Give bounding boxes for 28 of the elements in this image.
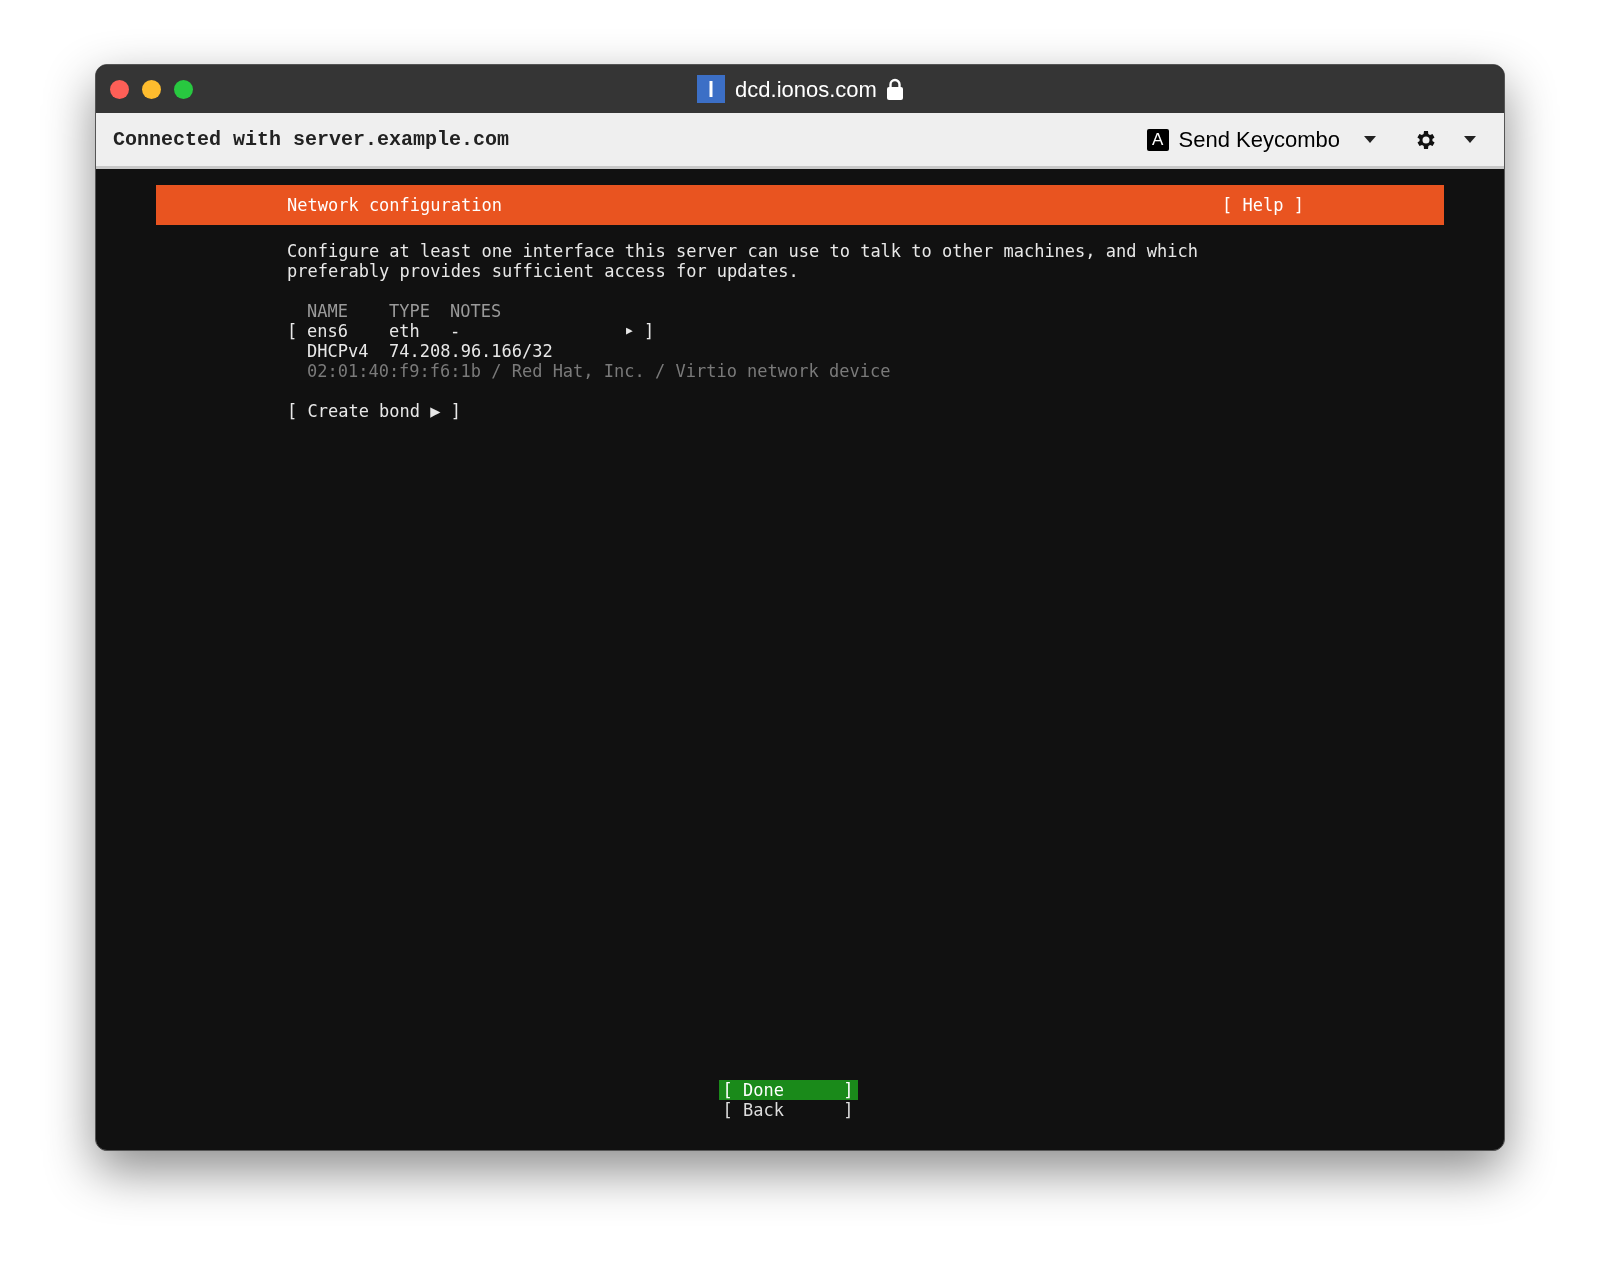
interface-type: eth <box>389 321 420 341</box>
column-header: TYPE <box>389 301 430 321</box>
send-keycombo-dropdown[interactable]: A Send Keycombo <box>1146 123 1376 156</box>
description-text: Configure at least one interface this server can use to talk to other machines, and which preferably provides sufficient access for updates. <box>287 241 1199 281</box>
key-icon: A <box>1146 128 1169 151</box>
site-icon <box>697 75 726 103</box>
caret-icon <box>1364 136 1376 143</box>
help-button[interactable]: [ Help ] <box>1222 195 1304 215</box>
column-header: NAME <box>307 301 348 321</box>
arrow-icon[interactable]: ▶ <box>626 321 644 341</box>
window-title: dcd.ionos.com <box>735 75 877 104</box>
minimize-button[interactable] <box>142 79 161 99</box>
interface-name[interactable]: ens6 <box>307 321 348 341</box>
bracket-text: [ <box>287 321 299 341</box>
interface-notes: - <box>450 321 461 341</box>
create-bond-button[interactable]: [ Create bond ▶ ] <box>287 401 461 421</box>
caret-icon[interactable] <box>1464 136 1476 143</box>
close-button[interactable] <box>110 79 129 99</box>
connection-status: Connected with server.example.com <box>113 126 510 153</box>
bracket-text: ] <box>644 321 655 341</box>
device-details: 02:01:40:f9:f6:1b / Red Hat, Inc. / Virtio network device <box>307 361 891 381</box>
column-header: NOTES <box>450 301 502 321</box>
screen-title: Network configuration <box>287 195 502 215</box>
address-type: DHCPv4 <box>307 341 369 361</box>
maximize-button[interactable] <box>174 79 193 99</box>
back-button[interactable]: [ Back ] <box>718 1100 858 1120</box>
ip-address: 74.208.96.166/32 <box>389 341 553 361</box>
done-button[interactable]: [ Done ] <box>718 1080 858 1100</box>
